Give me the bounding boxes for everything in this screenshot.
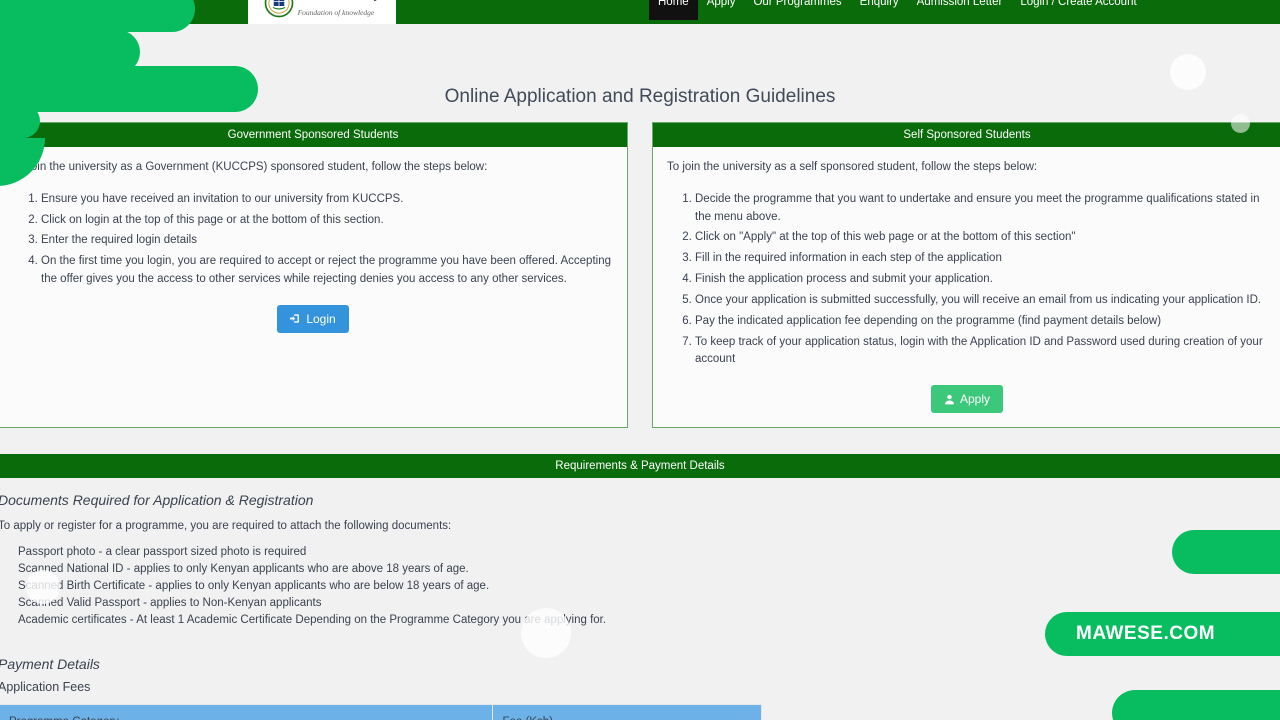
brand-tagline: Foundation of knowledge — [297, 8, 375, 17]
self-panel-intro: To join the university as a self sponsor… — [667, 161, 1038, 173]
apply-button-label: Apply — [959, 392, 991, 407]
login-button-label: Login — [306, 311, 336, 326]
user-apply-icon — [944, 394, 955, 405]
list-item: To keep track of your application status… — [695, 334, 1267, 370]
list-item: Scanned Valid Passport - applies to Non-… — [18, 597, 322, 610]
column-fee: Fee (Ksh) — [491, 704, 762, 720]
self-sponsored-panel: Self Sponsored Students To join the univ… — [652, 122, 1280, 429]
list-item: Ensure you have received an invitation t… — [41, 191, 613, 209]
nav-item-enquiry[interactable]: Enquiry — [851, 0, 908, 20]
list-item: Scanned National ID - applies to only Ke… — [18, 563, 469, 576]
list-item: On the first time you login, you are req… — [41, 253, 613, 289]
brand-logo[interactable]: Moi University Foundation of knowledge — [248, 0, 396, 24]
apply-button[interactable]: Apply — [930, 385, 1004, 414]
sign-in-icon — [290, 313, 301, 324]
government-sponsored-panel: Government Sponsored Students To join th… — [0, 122, 628, 429]
list-item: Decide the programme that you want to un… — [695, 191, 1267, 227]
nav-item-home[interactable]: Home — [649, 0, 698, 20]
requirements-heading: Requirements & Payment Details — [0, 454, 1280, 479]
requirements-section: Requirements & Payment Details Documents… — [0, 454, 1280, 720]
application-fees-table: Programme Category Fee (Ksh) Certificate… — [0, 704, 762, 720]
list-item: Enter the required login details — [41, 232, 613, 250]
documents-title: Documents Required for Application & Reg… — [0, 492, 314, 509]
page-title: Online Application and Registration Guid… — [444, 86, 836, 107]
list-item: Passport photo - a clear passport sized … — [18, 546, 307, 559]
government-panel-steps: Ensure you have received an invitation t… — [13, 191, 613, 289]
self-panel-steps: Decide the programme that you want to un… — [667, 191, 1267, 369]
government-panel-body: To join the university as a Government (… — [0, 147, 627, 347]
watermark-label: MAWESE.COM — [1076, 623, 1216, 644]
payment-title: Payment Details — [0, 656, 100, 673]
requirements-body: Documents Required for Application & Reg… — [0, 478, 1280, 720]
self-panel-heading: Self Sponsored Students — [653, 123, 1280, 147]
list-item: Fill in the required information in each… — [695, 250, 1267, 268]
list-item: Finish the application process and submi… — [695, 271, 1267, 289]
nav-item-admission-letter[interactable]: Admission Letter — [908, 0, 1012, 20]
fees-label: Application Fees — [0, 680, 91, 695]
list-item: Once your application is submitted succe… — [695, 292, 1267, 310]
table-header-row: Programme Category Fee (Ksh) — [0, 704, 762, 720]
list-item: Click on "Apply" at the top of this web … — [695, 229, 1267, 247]
nav-item-programmes[interactable]: Our Programmes — [744, 0, 850, 20]
nav-menu: Home Apply Our Programmes Enquiry Admiss… — [649, 0, 1146, 24]
government-panel-heading: Government Sponsored Students — [0, 123, 627, 147]
list-item: Click on login at the top of this page o… — [41, 212, 613, 230]
government-panel-intro: To join the university as a Government (… — [13, 161, 488, 173]
column-programme-category: Programme Category — [0, 704, 493, 720]
nav-item-login[interactable]: Login / Create Account — [1011, 0, 1145, 20]
nav-item-apply[interactable]: Apply — [698, 0, 745, 20]
screenshot-root: Moi University Foundation of knowledge H… — [0, 0, 1280, 720]
university-crest-icon — [264, 0, 294, 18]
guidelines-panels: Government Sponsored Students To join th… — [0, 122, 1280, 429]
self-panel-body: To join the university as a self sponsor… — [653, 147, 1280, 427]
documents-intro: To apply or register for a programme, yo… — [0, 520, 452, 533]
top-navbar: Moi University Foundation of knowledge H… — [0, 0, 1280, 24]
brand-name: Moi University — [298, 0, 381, 1]
list-item: Pay the indicated application fee depend… — [695, 313, 1267, 331]
watermark-mawese: MAWESE.COM — [1045, 612, 1280, 656]
login-button[interactable]: Login — [277, 304, 349, 333]
self-panel-action-row: Apply — [667, 385, 1267, 414]
list-item: Scanned Birth Certificate - applies to o… — [18, 580, 490, 593]
government-panel-action-row: Login — [13, 304, 613, 333]
